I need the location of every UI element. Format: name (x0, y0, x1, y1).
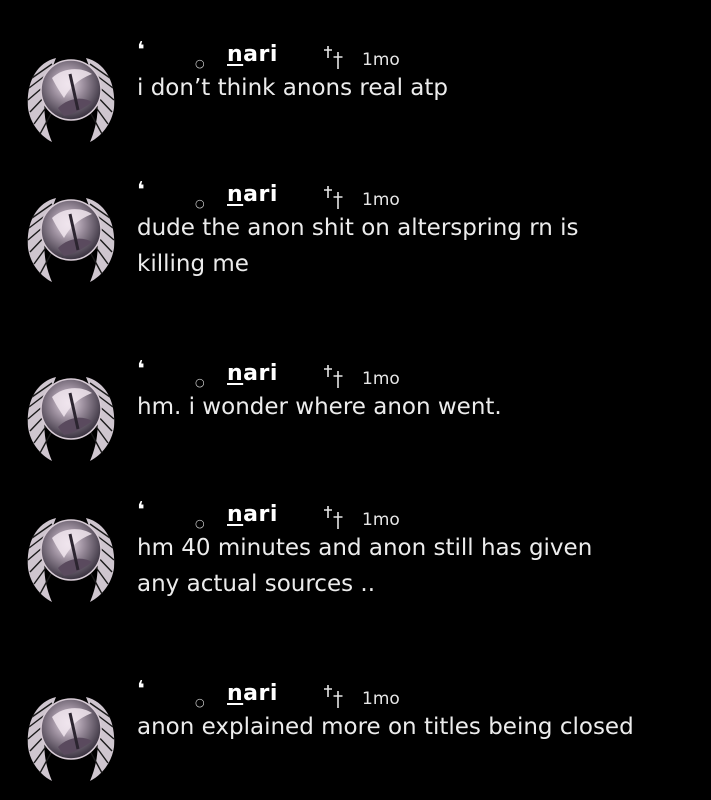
ring-mark-icon: ○ (195, 197, 205, 210)
winged-avatar-icon[interactable] (18, 498, 124, 604)
username[interactable]: nari (227, 683, 278, 705)
ring-mark-icon: ○ (195, 57, 205, 70)
username[interactable]: nari (227, 184, 278, 206)
timestamp: 1mo (362, 369, 400, 389)
post-text: i don’t think anons real atp (137, 75, 449, 101)
post-text: dude the anon shit on alterspring rn is … (137, 215, 579, 277)
timestamp: 1mo (362, 50, 400, 70)
winged-avatar-icon[interactable] (18, 677, 124, 783)
timestamp: 1mo (362, 510, 400, 530)
winged-avatar-icon[interactable] (18, 357, 124, 463)
username[interactable]: nari (227, 44, 278, 66)
double-cross-icon (324, 506, 343, 529)
comma-mark-icon: ❛ (137, 498, 145, 523)
ring-mark-icon: ○ (195, 376, 205, 389)
timestamp: 1mo (362, 190, 400, 210)
comma-mark-icon: ❛ (137, 38, 145, 63)
comma-mark-icon: ❛ (137, 178, 145, 203)
post-text: hm. i wonder where anon went. (137, 394, 502, 420)
post-text: anon explained more on titles being clos… (137, 714, 634, 740)
username[interactable]: nari (227, 504, 278, 526)
winged-avatar-icon[interactable] (18, 178, 124, 284)
double-cross-icon (324, 365, 343, 388)
post-text: hm 40 minutes and anon still has given a… (137, 535, 593, 597)
ring-mark-icon: ○ (195, 696, 205, 709)
double-cross-icon (324, 186, 343, 209)
double-cross-icon (324, 46, 343, 69)
double-cross-icon (324, 685, 343, 708)
comma-mark-icon: ❛ (137, 357, 145, 382)
comma-mark-icon: ❛ (137, 677, 145, 702)
winged-avatar-icon[interactable] (18, 38, 124, 144)
ring-mark-icon: ○ (195, 517, 205, 530)
username[interactable]: nari (227, 363, 278, 385)
timestamp: 1mo (362, 689, 400, 709)
